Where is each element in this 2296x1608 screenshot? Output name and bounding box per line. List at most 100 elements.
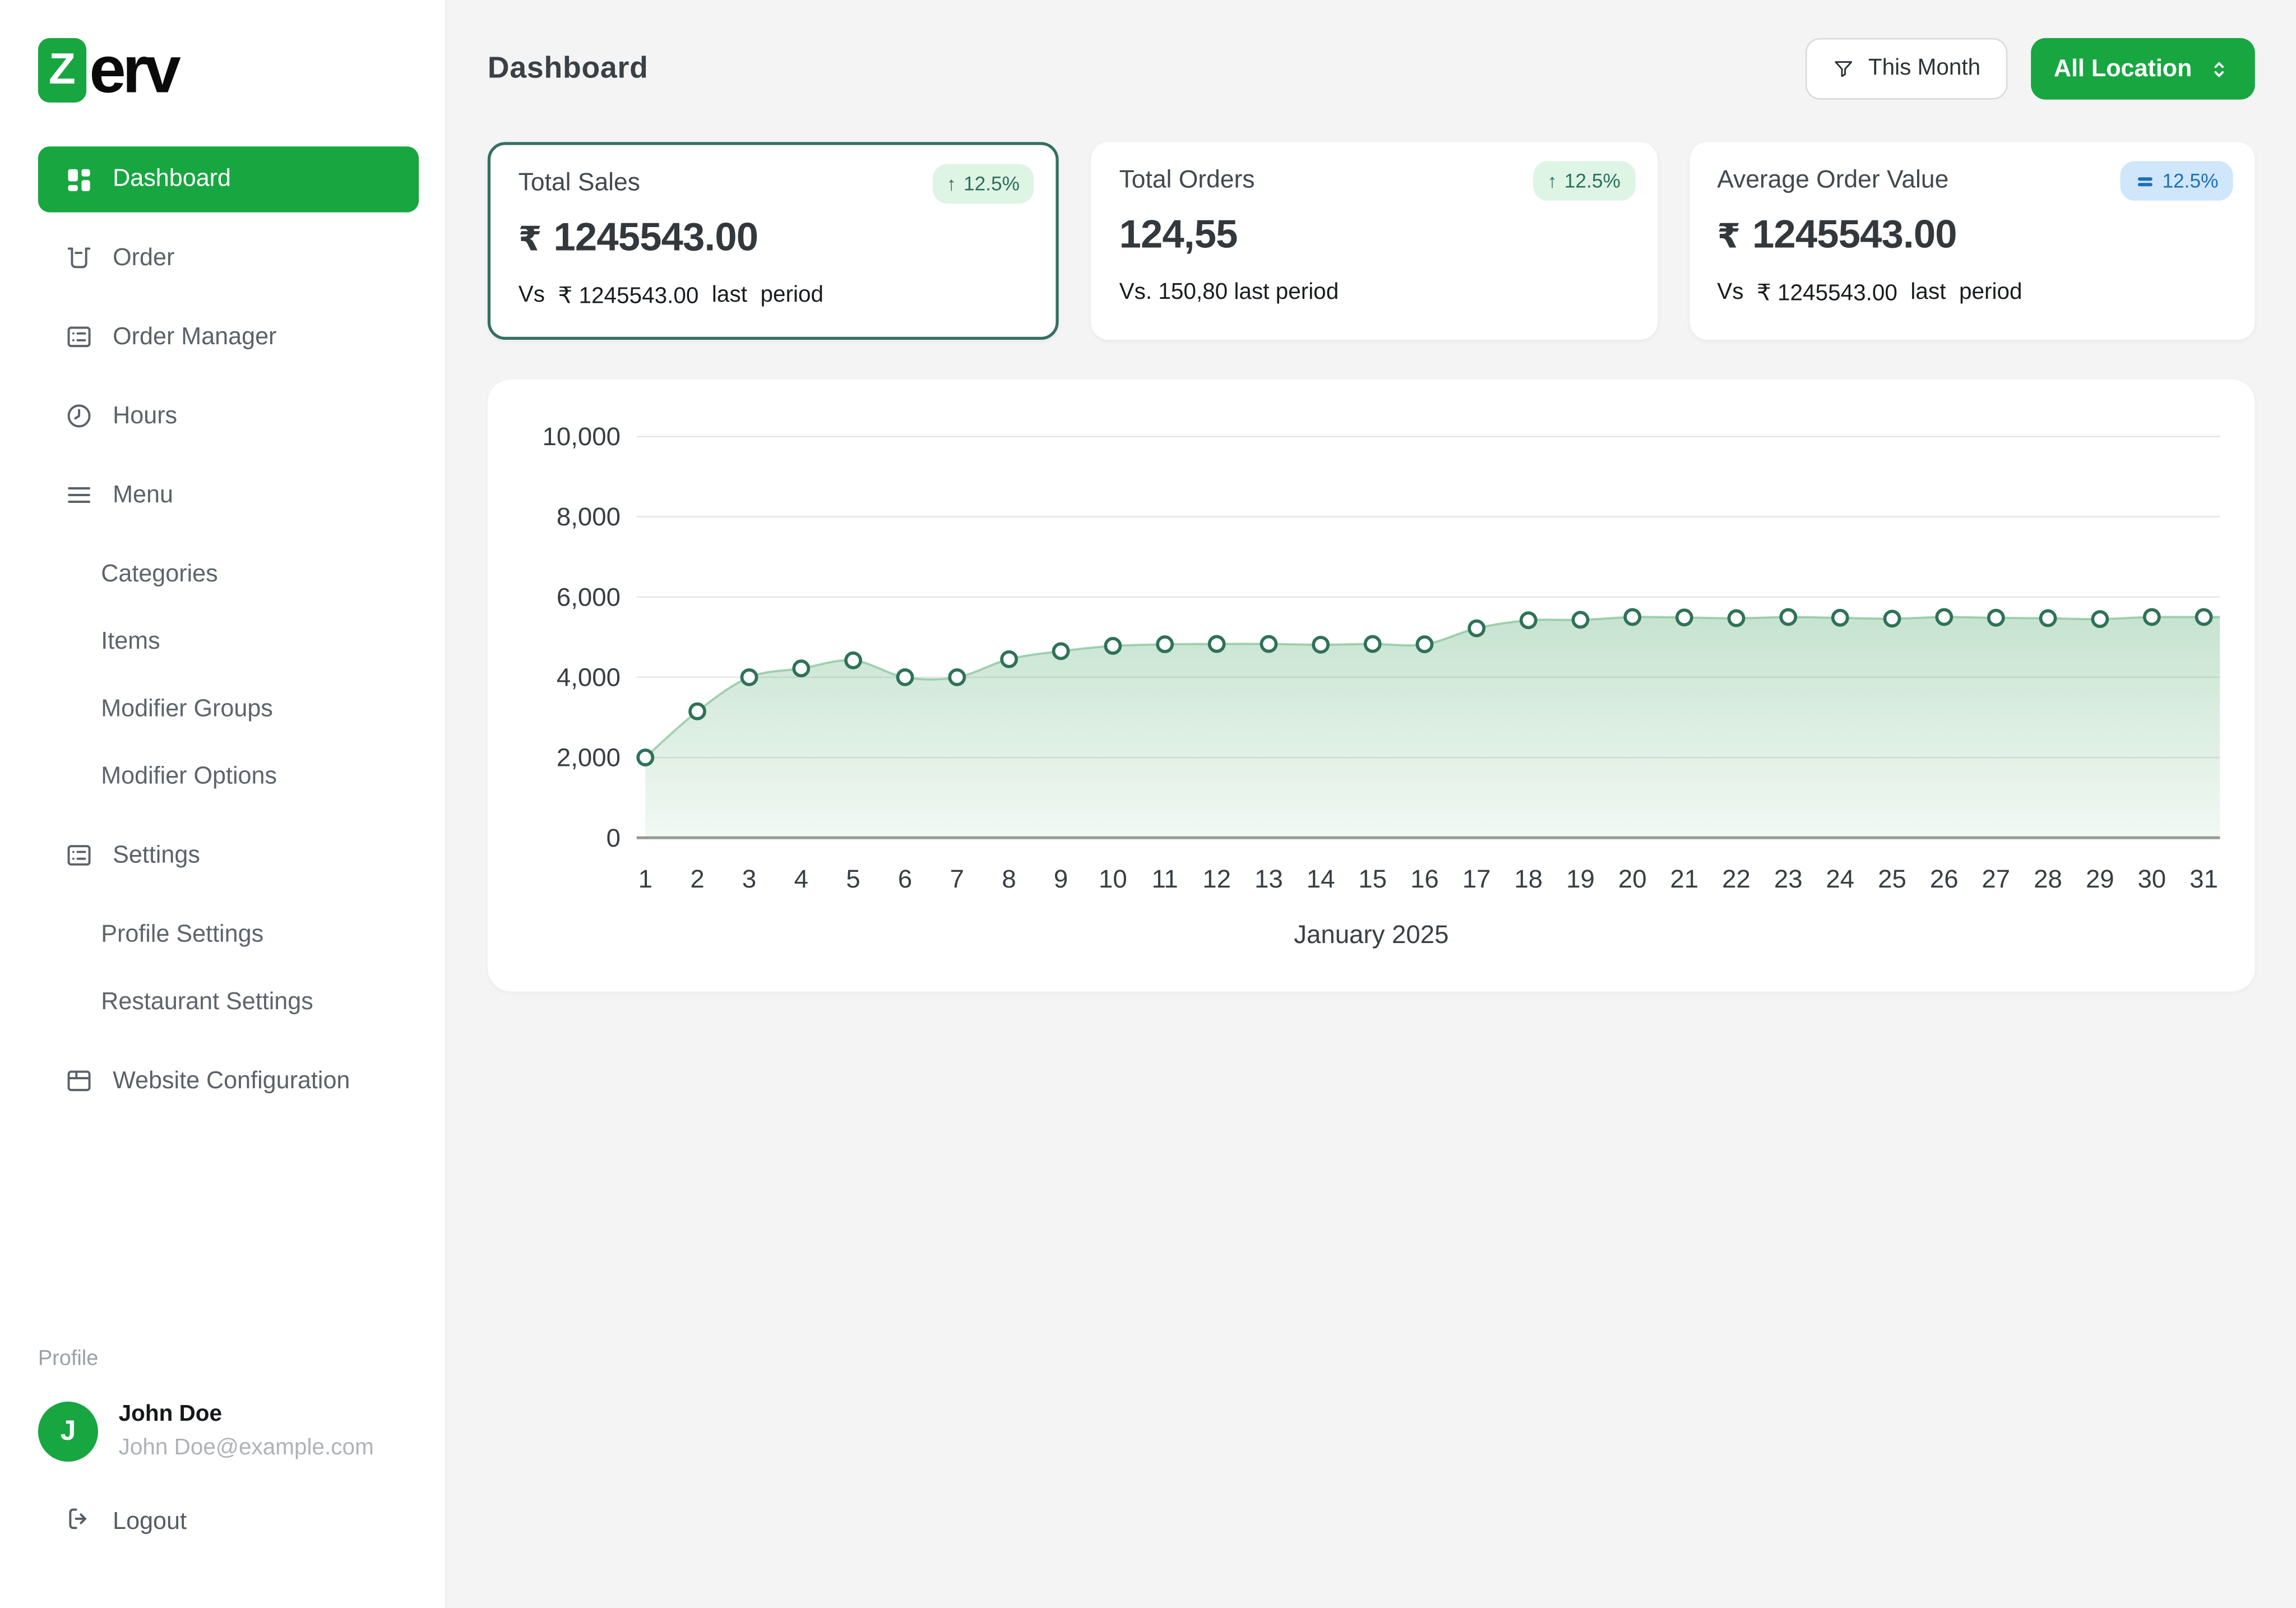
stat-compare-part: Vs	[519, 283, 545, 311]
x-axis-tick-label: 14	[1307, 865, 1335, 893]
chart-point[interactable]	[1158, 637, 1172, 651]
x-axis-tick-label: 18	[1514, 865, 1543, 893]
x-axis-tick-label: 24	[1826, 865, 1854, 893]
chart-point[interactable]	[1210, 637, 1224, 651]
chart-point[interactable]	[1469, 621, 1484, 636]
funnel-icon	[1832, 57, 1855, 81]
x-axis-tick-label: 6	[898, 865, 912, 893]
sidebar-item-dashboard[interactable]: Dashboard	[38, 146, 419, 212]
chart-point[interactable]	[1105, 639, 1120, 653]
currency-symbol: ₹	[519, 220, 542, 260]
sidebar-item-label: Restaurant Settings	[101, 988, 313, 1016]
sidebar-item-label: Modifier Options	[101, 763, 277, 791]
chart-point[interactable]	[742, 670, 757, 685]
sidebar-item-label: Dashboard	[113, 165, 231, 193]
chart-point[interactable]	[1937, 609, 1951, 624]
chart-point[interactable]	[846, 653, 860, 668]
profile-section: Profile J John Doe John Doe@example.com …	[38, 1347, 419, 1541]
chart-point[interactable]	[1729, 611, 1743, 626]
logo-text: erv	[89, 32, 177, 108]
sidebar-item-label: Hours	[113, 402, 177, 430]
header-actions: This Month All Location	[1806, 38, 2255, 100]
profile-section-label: Profile	[38, 1347, 419, 1371]
sidebar-item-items[interactable]: Items	[38, 608, 419, 675]
stat-compare-part: last	[712, 283, 747, 311]
sidebar-item-restaurant-settings[interactable]: Restaurant Settings	[38, 968, 419, 1036]
sidebar-item-categories[interactable]: Categories	[38, 540, 419, 608]
chart-point[interactable]	[794, 661, 808, 676]
stat-compare-part: ₹ 1245543.00	[558, 283, 698, 311]
chart-point[interactable]	[2145, 609, 2159, 624]
sidebar-item-profile-settings[interactable]: Profile Settings	[38, 901, 419, 968]
brand-logo[interactable]: Z erv	[38, 32, 419, 108]
order-icon	[64, 243, 94, 272]
chart-point[interactable]	[2093, 612, 2107, 626]
profile-row[interactable]: J John Doe John Doe@example.com	[38, 1402, 419, 1462]
logout-icon	[64, 1504, 94, 1541]
stat-value: ₹1245543.00	[519, 215, 1029, 261]
hours-icon	[64, 401, 94, 431]
x-axis-tick-label: 15	[1358, 865, 1387, 893]
chart-point[interactable]	[1365, 637, 1380, 651]
stat-badge-value: 12.5%	[2162, 170, 2218, 192]
sidebar-item-website-configuration[interactable]: Website Configuration	[38, 1047, 419, 1115]
chart-point[interactable]	[1002, 652, 1016, 667]
stat-badge-value: 12.5%	[1564, 170, 1621, 192]
stat-card-total-sales[interactable]: Total Sales↑12.5%₹1245543.00Vs₹ 1245543.…	[488, 142, 1059, 340]
logout-button[interactable]: Logout	[38, 1504, 419, 1541]
chart-point[interactable]	[1261, 637, 1276, 651]
x-axis-tick-label: 1	[638, 865, 652, 893]
chart-point[interactable]	[1885, 611, 1899, 626]
location-select-button[interactable]: All Location	[2030, 38, 2255, 100]
order-manager-icon	[64, 322, 94, 352]
main-header: Dashboard This Month All Location	[488, 38, 2255, 100]
x-axis-tick-label: 31	[2189, 865, 2218, 893]
y-axis-tick-label: 0	[607, 824, 621, 852]
sidebar-item-menu[interactable]: Menu	[38, 461, 419, 529]
x-axis-tick-label: 11	[1151, 865, 1178, 893]
y-axis-tick-label: 8,000	[557, 502, 621, 531]
sidebar-item-hours[interactable]: Hours	[38, 382, 419, 450]
time-filter-button[interactable]: This Month	[1806, 38, 2007, 100]
chart-point[interactable]	[1625, 609, 1640, 624]
stat-badge: ↑12.5%	[1533, 161, 1635, 201]
sidebar-item-modifier-groups[interactable]: Modifier Groups	[38, 675, 419, 742]
logo-z-mark: Z	[38, 38, 86, 103]
sidebar-item-modifier-options[interactable]: Modifier Options	[38, 742, 419, 810]
x-axis-tick-label: 19	[1566, 865, 1595, 893]
sidebar-item-label: Website Configuration	[113, 1067, 350, 1095]
chart-point[interactable]	[1054, 644, 1068, 658]
chart-point[interactable]	[1313, 637, 1328, 652]
chart-point[interactable]	[1677, 610, 1692, 625]
stat-card-average-order-value[interactable]: Average Order Value12.5%₹1245543.00Vs₹ 1…	[1689, 142, 2255, 340]
profile-email: John Doe@example.com	[119, 1435, 374, 1462]
chart-point[interactable]	[1781, 609, 1795, 624]
x-axis-tick-label: 9	[1054, 865, 1068, 893]
chart-point[interactable]	[1573, 612, 1587, 627]
x-axis-tick-label: 5	[846, 865, 860, 893]
stat-compare: Vs. 150,80 last period	[1119, 280, 1630, 306]
chart-point[interactable]	[638, 750, 652, 765]
x-axis-tick-label: 29	[2086, 865, 2114, 893]
x-axis-tick-label: 4	[794, 865, 808, 893]
chart-point[interactable]	[1417, 637, 1432, 651]
stat-compare: Vs₹ 1245543.00lastperiod	[519, 283, 1029, 311]
sidebar-item-order-manager[interactable]: Order Manager	[38, 303, 419, 371]
arrow-up-icon: ↑	[947, 174, 956, 193]
chart-point[interactable]	[690, 704, 705, 719]
chart-point[interactable]	[1833, 611, 1848, 625]
chart-point[interactable]	[898, 670, 913, 685]
chart-point[interactable]	[1521, 613, 1536, 627]
time-filter-label: This Month	[1868, 56, 1980, 82]
sidebar-item-settings[interactable]: Settings	[38, 821, 419, 889]
stat-compare-part: Vs	[1717, 280, 1743, 308]
chart-point[interactable]	[1989, 611, 2003, 625]
sidebar-item-order[interactable]: Order	[38, 224, 419, 292]
chart-point[interactable]	[2041, 611, 2056, 626]
menu-icon	[64, 480, 94, 510]
chart-point[interactable]	[2197, 609, 2211, 624]
logout-label: Logout	[113, 1509, 187, 1537]
stat-compare: Vs₹ 1245543.00lastperiod	[1717, 280, 2227, 308]
chart-point[interactable]	[950, 670, 964, 685]
stat-card-total-orders[interactable]: Total Orders↑12.5%124,55Vs. 150,80 last …	[1091, 142, 1657, 340]
